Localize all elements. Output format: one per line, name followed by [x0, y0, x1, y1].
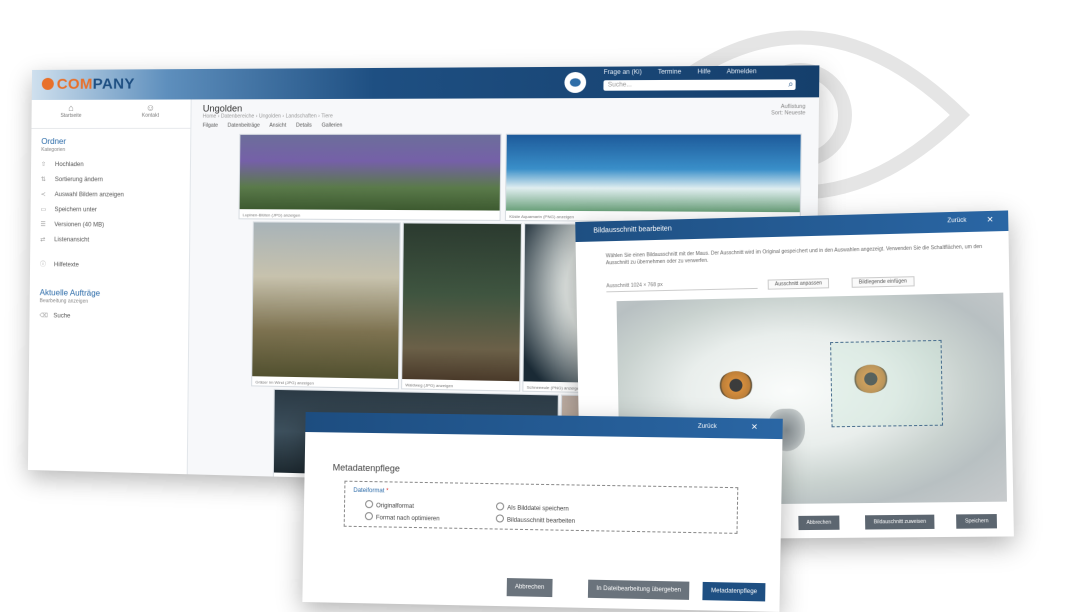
breadcrumb[interactable]: Home › Datenbereiche › Ungolden › Landsc…	[203, 113, 333, 119]
sidebar-item-listview[interactable]: ⇄ Listenansicht	[30, 232, 189, 248]
format-option[interactable]: Bildausschnitt bearbeiten	[496, 514, 575, 524]
top-links: Frage an (Ki) Termine Hilfe Abmelden	[604, 69, 772, 76]
list-icon: ☰	[40, 221, 54, 228]
tab-bar: Filgate Datenbeiträge Ansicht Details Ga…	[203, 123, 351, 129]
sidebar-item-upload[interactable]: ⇧ Hochladen	[31, 157, 190, 172]
close-icon[interactable]: ✕	[987, 215, 994, 224]
crop-size-field[interactable]: Ausschnitt 1024 × 768 px	[606, 280, 757, 293]
avatar[interactable]	[564, 72, 586, 93]
tab[interactable]: Gallerien	[322, 123, 343, 129]
sidebar-item-sort[interactable]: ⇅ Sortierung ändern	[31, 172, 190, 188]
cancel-button[interactable]: Abbrechen	[798, 516, 839, 531]
top-link[interactable]: Abmelden	[727, 69, 757, 76]
upload-icon: ⇧	[41, 161, 55, 168]
trash-icon: ⌫	[39, 312, 53, 319]
sidebar-section2-title: Aktuelle Aufträge Bearbeitung anzeigen	[30, 280, 189, 310]
sidebar-item-search[interactable]: ⌫ Suche	[29, 308, 188, 325]
format-option[interactable]: Format nach optimieren	[365, 512, 440, 522]
dialog-title: Bildausschnitt bearbeiten	[593, 225, 672, 234]
photo-tile[interactable]: Waldweg (JPG) anzeigen	[401, 222, 522, 391]
photo-tile[interactable]: Gräser im Wind (JPG) anzeigen	[251, 221, 401, 389]
adjust-crop-button[interactable]: Ausschnitt anpassen	[768, 278, 830, 290]
swap-icon: ⇄	[40, 236, 54, 243]
top-link[interactable]: Frage an (Ki)	[604, 70, 642, 76]
share-icon: ≺	[41, 191, 55, 198]
dialog-heading: Metadatenpflege	[333, 462, 400, 473]
sidebar-section-title: Ordner Kategorien	[31, 129, 190, 157]
metadata-button[interactable]: Metadatenpflege	[703, 582, 766, 602]
radio-icon	[365, 512, 373, 520]
sidebar-top-contact[interactable]: ☺ Kontakt	[110, 99, 190, 127]
tab[interactable]: Datenbeiträge	[228, 123, 260, 129]
save-button[interactable]: Speichern	[957, 514, 997, 529]
dialog-description: Wählen Sie einen Bildausschnitt mit der …	[606, 244, 995, 268]
sidebar-item-show[interactable]: ≺ Auswahl Bildern anzeigen	[31, 187, 190, 203]
sort-icon: ⇅	[41, 176, 55, 183]
search-icon[interactable]: ⌕	[788, 79, 793, 90]
sidebar: ⌂ Startseite ☺ Kontakt Ordner Kategorien ⇧ H…	[28, 99, 192, 474]
sidebar-item-versions[interactable]: ☰ Versionen (40 MB)	[30, 217, 189, 233]
owl-eye	[718, 371, 753, 400]
top-bar: COMPANY Frage an (Ki) Termine Hilfe Abme…	[32, 65, 820, 100]
assign-crop-button[interactable]: Bildauschnitt zuweisen	[865, 515, 934, 530]
insert-caption-button[interactable]: Bildlegende einfügen	[852, 276, 915, 288]
close-icon[interactable]: ✕	[751, 422, 758, 431]
photo-image	[506, 135, 801, 213]
search-input[interactable]: Suche... ⌕	[603, 79, 795, 90]
logo-mark-icon	[42, 78, 54, 90]
back-link[interactable]: Zurück	[947, 218, 966, 225]
user-icon: ☺	[111, 102, 191, 112]
photo-image	[240, 135, 501, 211]
metadata-dialog: Zurück ✕ Metadatenpflege Dateiformat * O…	[302, 412, 782, 612]
radio-icon	[496, 502, 504, 510]
photo-image	[402, 223, 521, 381]
cancel-button[interactable]: Abbrechen	[507, 578, 553, 597]
format-label: Dateiformat *	[353, 488, 388, 495]
back-link[interactable]: Zurück	[698, 424, 717, 430]
tab[interactable]: Filgate	[203, 123, 218, 129]
company-logo[interactable]: COMPANY	[42, 75, 135, 93]
sidebar-item-help[interactable]: ⓘ Hilfetexte	[30, 255, 189, 274]
view-options[interactable]: Auflistung Sort: Neueste	[771, 104, 805, 117]
photo-tile[interactable]: Lupinen-Blüten (JPG) anzeigen	[238, 134, 501, 221]
photo-image	[252, 222, 399, 378]
format-option[interactable]: Originalformat	[365, 500, 414, 510]
format-option[interactable]: Als Bilddatei speichern	[496, 502, 569, 512]
sidebar-item-save[interactable]: ▭ Speichern unter	[31, 202, 190, 218]
radio-icon	[496, 514, 504, 522]
top-link[interactable]: Termine	[658, 69, 682, 75]
tab[interactable]: Details	[296, 123, 312, 129]
tab[interactable]: Ansicht	[269, 123, 286, 129]
info-icon: ⓘ	[40, 259, 54, 268]
submit-processing-button[interactable]: In Dateibearbeitung übergeben	[588, 580, 689, 600]
folder-icon: ▭	[41, 206, 55, 213]
radio-icon	[365, 500, 373, 508]
sidebar-top: ⌂ Startseite ☺ Kontakt	[31, 99, 190, 129]
crop-selection[interactable]	[830, 340, 943, 427]
top-link[interactable]: Hilfe	[697, 69, 710, 75]
home-icon: ⌂	[32, 103, 111, 113]
sidebar-top-home[interactable]: ⌂ Startseite	[31, 100, 110, 128]
page-title: Ungolden	[203, 103, 243, 113]
photo-tile[interactable]: Küste Aquamarin (PNG) anzeigen	[505, 134, 802, 223]
format-group: Dateiformat * Originalformat Als Bilddat…	[344, 481, 739, 534]
